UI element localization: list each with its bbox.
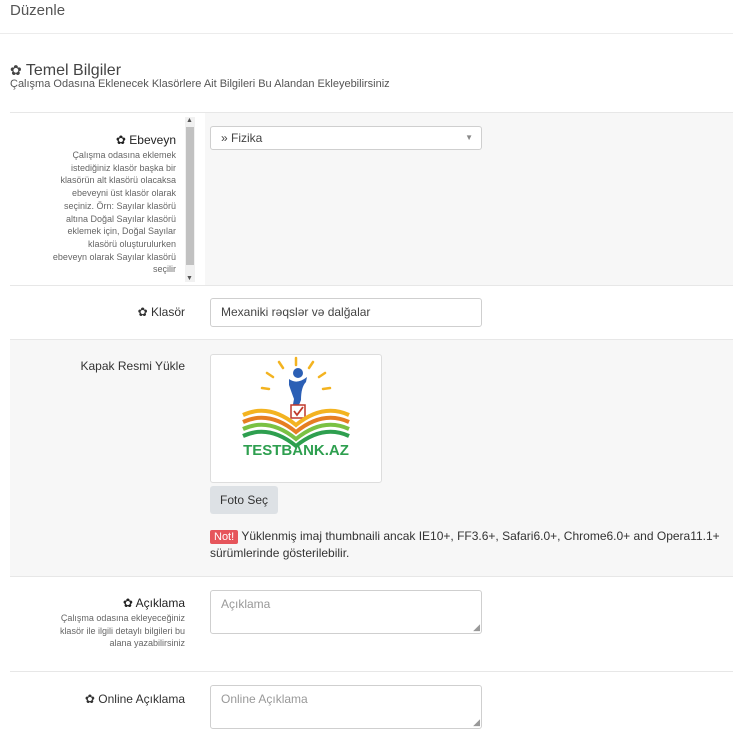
online-aciklama-label: ✿ Online Açıklama [84, 692, 185, 706]
form-row-ebeveyn: ✿ Ebeveyn Çalışma odasına eklemek istedi… [10, 112, 733, 286]
select-photo-button[interactable]: Foto Seç [210, 486, 278, 514]
form-row-kapak: Kapak Resmi Yükle TESTBANK.AZ Foto Seç N… [10, 339, 733, 577]
gear-icon: ✿ [137, 305, 148, 319]
header-bar: Düzenle [0, 0, 733, 34]
form-row-aciklama: ✿ Açıklama Çalışma odasına ekleyeceğiniz… [10, 576, 733, 672]
section-title: ✿ Temel Bilgiler [10, 62, 390, 79]
gear-icon: ✿ [122, 596, 133, 610]
label-column: ✿ Ebeveyn Çalışma odasına eklemek istedi… [10, 113, 195, 286]
aciklama-label: ✿ Açıklama [122, 596, 185, 610]
ebeveyn-label-block: ✿ Ebeveyn Çalışma odasına eklemek istedi… [16, 133, 176, 277]
section-subtitle: Çalışma Odasına Eklenecek Klasörlere Ait… [10, 78, 390, 90]
logo-text: TESTBANK.AZ [243, 442, 349, 459]
chevron-down-icon: ▼ [465, 133, 473, 142]
aciklama-hint: Çalışma odasına ekleyeceğiniz klasör ile… [59, 613, 185, 649]
klasor-input[interactable]: Mexaniki rəqslər və dalğalar [210, 298, 482, 327]
browser-support-note: Not! Yüklenmiş imaj thumbnaili ancak IE1… [210, 529, 720, 560]
ebeveyn-hint[interactable]: Çalışma odasına eklemek istediğiniz klas… [16, 149, 176, 277]
scroll-up-icon[interactable]: ▲ [186, 117, 193, 124]
gear-icon: ✿ [84, 692, 95, 706]
cover-image-preview: TESTBANK.AZ [210, 354, 382, 483]
klasor-label: ✿ Klasör [137, 305, 185, 319]
hint-scrollbar[interactable]: ▲ ▼ [185, 117, 195, 282]
form-row-online-aciklama: ✿ Online Açıklama Online Açıklama ◢ [10, 671, 733, 739]
ebeveyn-label: ✿ Ebeveyn [115, 133, 176, 147]
ebeveyn-select[interactable]: » Fizika ▼ [210, 126, 482, 150]
gear-icon: ✿ [10, 62, 22, 78]
section-title-text: Temel Bilgiler [25, 62, 122, 79]
scroll-thumb[interactable] [186, 127, 194, 265]
section-header: ✿ Temel Bilgiler Çalışma Odasına Eklenec… [10, 62, 390, 90]
aciklama-textarea[interactable]: Açıklama ◢ [210, 590, 482, 634]
online-aciklama-textarea[interactable]: Online Açıklama ◢ [210, 685, 482, 729]
aciklama-label-block: ✿ Açıklama Çalışma odasına ekleyeceğiniz… [10, 596, 185, 650]
scroll-down-icon[interactable]: ▼ [186, 275, 193, 282]
kapak-label: Kapak Resmi Yükle [80, 359, 186, 373]
testbank-logo: TESTBANK.AZ [242, 356, 350, 459]
resize-handle-icon[interactable]: ◢ [473, 717, 480, 728]
resize-handle-icon[interactable]: ◢ [473, 622, 480, 633]
gear-icon: ✿ [115, 133, 126, 147]
form-row-klasor: ✿ Klasör Mexaniki rəqslər və dalğalar [10, 285, 733, 340]
note-badge: Not! [210, 530, 239, 544]
page-title: Düzenle [10, 2, 66, 19]
